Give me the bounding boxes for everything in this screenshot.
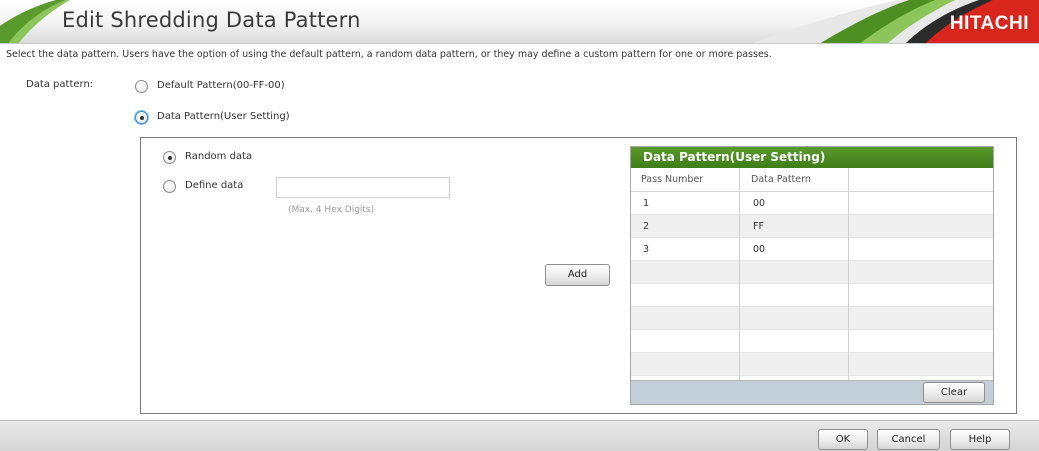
column-divider	[848, 168, 849, 380]
cancel-button[interactable]: Cancel	[877, 429, 940, 450]
user-setting-pattern-radio[interactable]	[135, 111, 148, 124]
column-header-pass-number[interactable]: Pass Number	[641, 174, 703, 185]
dialog-description: Select the data pattern. Users have the …	[6, 49, 772, 60]
define-data-label[interactable]: Define data	[185, 180, 243, 191]
clear-button[interactable]: Clear	[923, 382, 985, 403]
add-button[interactable]: Add	[545, 264, 610, 286]
column-divider	[739, 168, 740, 380]
help-button[interactable]: Help	[950, 429, 1010, 450]
table-row[interactable]: 2 FF	[631, 215, 993, 238]
header-swoosh-left	[0, 0, 70, 43]
table-row[interactable]: 1 00	[631, 192, 993, 215]
data-pattern-table: Data Pattern(User Setting) Pass Number D…	[630, 146, 994, 405]
random-data-label[interactable]: Random data	[185, 151, 252, 162]
data-pattern-label: Data pattern:	[26, 79, 94, 90]
define-data-radio[interactable]	[163, 180, 176, 193]
data-pattern-cell: 00	[753, 244, 766, 255]
hitachi-logo: HITACHI	[949, 13, 1029, 34]
table-column-header: Pass Number Data Pattern	[631, 168, 993, 192]
empty-table-row	[631, 330, 993, 353]
table-row[interactable]: 3 00	[631, 238, 993, 261]
data-pattern-cell: FF	[753, 221, 764, 232]
table-title: Data Pattern(User Setting)	[631, 147, 993, 168]
empty-table-row	[631, 307, 993, 330]
empty-table-row	[631, 353, 993, 376]
define-data-input[interactable]	[276, 177, 450, 198]
dialog-title: Edit Shredding Data Pattern	[62, 8, 361, 32]
data-pattern-cell: 00	[753, 198, 766, 209]
default-pattern-label[interactable]: Default Pattern(00-FF-00)	[157, 80, 285, 91]
dialog-footer: OK Cancel Help	[0, 420, 1039, 451]
ok-button[interactable]: OK	[818, 429, 868, 450]
dialog-header: Edit Shredding Data Pattern HITACHI	[0, 0, 1039, 44]
column-header-data-pattern[interactable]: Data Pattern	[751, 174, 811, 185]
user-setting-pattern-label[interactable]: Data Pattern(User Setting)	[157, 111, 290, 122]
table-footer: Clear	[631, 380, 993, 404]
random-data-radio[interactable]	[163, 151, 176, 164]
define-data-hint: (Max. 4 Hex Digits)	[288, 205, 375, 215]
pass-number-cell: 2	[643, 221, 650, 232]
default-pattern-radio[interactable]	[135, 80, 148, 93]
pass-number-cell: 3	[643, 244, 650, 255]
pass-number-cell: 1	[643, 198, 650, 209]
empty-table-row	[631, 261, 993, 284]
empty-table-row	[631, 284, 993, 307]
